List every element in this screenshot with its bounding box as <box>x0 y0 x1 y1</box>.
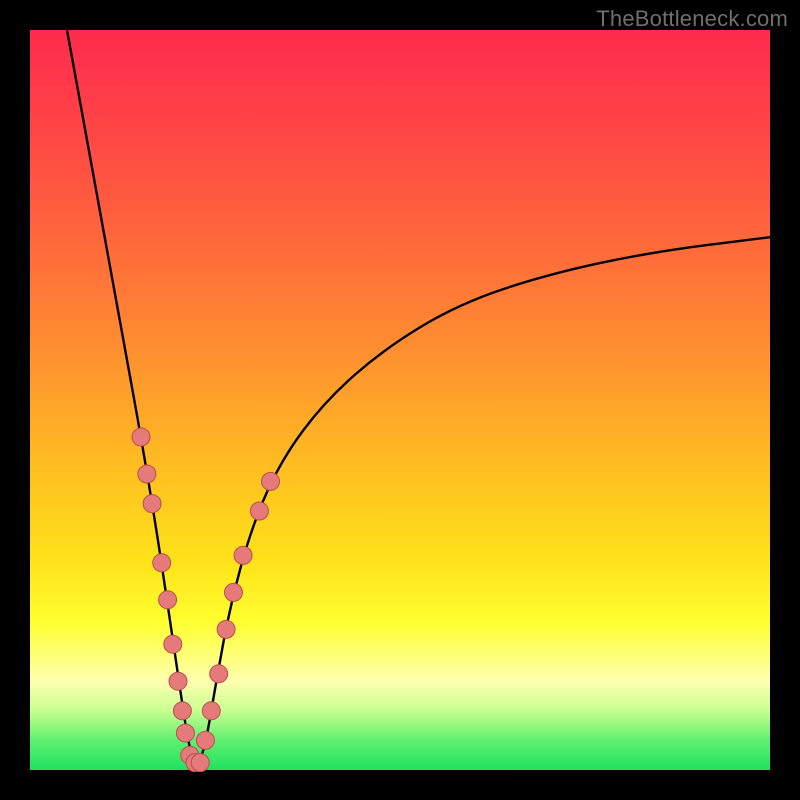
highlight-dot <box>202 702 220 720</box>
highlight-dot <box>159 591 177 609</box>
chart-plot-area <box>30 30 770 770</box>
highlight-dot <box>262 472 280 490</box>
highlight-dot <box>225 583 243 601</box>
highlight-dot <box>234 546 252 564</box>
highlight-dot <box>143 495 161 513</box>
highlight-dot <box>153 554 171 572</box>
chart-svg <box>30 30 770 770</box>
highlight-dot <box>191 754 209 772</box>
highlight-dot <box>173 702 191 720</box>
highlight-dot <box>196 731 214 749</box>
watermark-text: TheBottleneck.com <box>596 6 788 32</box>
highlight-dots <box>132 428 280 772</box>
highlight-dot <box>210 665 228 683</box>
highlight-dot <box>164 635 182 653</box>
highlight-dot <box>169 672 187 690</box>
chart-frame: TheBottleneck.com <box>0 0 800 800</box>
highlight-dot <box>176 724 194 742</box>
highlight-dot <box>217 620 235 638</box>
highlight-dot <box>132 428 150 446</box>
highlight-dot <box>138 465 156 483</box>
highlight-dot <box>250 502 268 520</box>
